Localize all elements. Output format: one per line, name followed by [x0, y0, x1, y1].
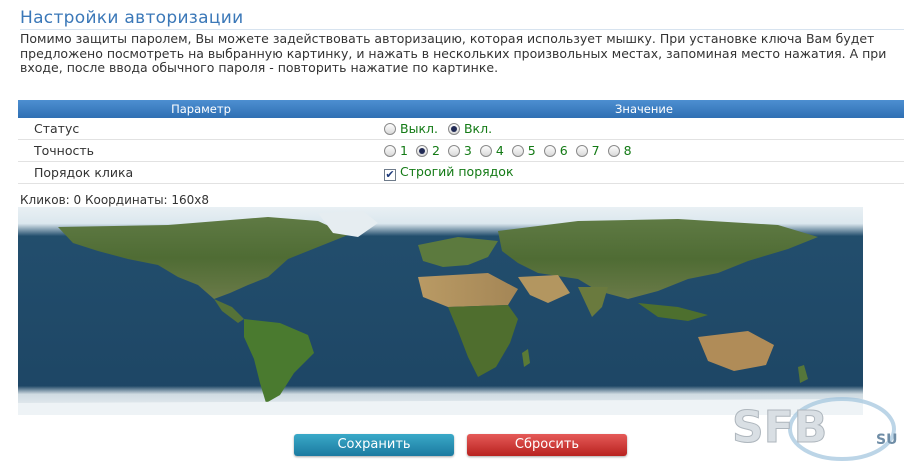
radio-accuracy-2[interactable] [415, 145, 428, 157]
status-option-on[interactable]: Вкл. [447, 121, 493, 136]
clicks-coordinates-readout: Кликов: 0 Координаты: 160x8 [20, 193, 210, 207]
strict-order-checkbox[interactable]: ✔ [384, 169, 396, 181]
page-description: Помимо защиты паролем, Вы можете задейст… [20, 31, 887, 76]
accuracy-label-1: 1 [400, 143, 408, 158]
radio-accuracy-7[interactable] [575, 145, 588, 157]
accuracy-option-5[interactable]: 5 [511, 143, 536, 158]
accuracy-label-5: 5 [527, 143, 536, 158]
status-label: Статус [18, 118, 384, 140]
north-america [58, 217, 348, 299]
india [578, 287, 608, 317]
accuracy-option-3[interactable]: 3 [447, 143, 472, 158]
south-america [244, 319, 314, 403]
status-off-label: Выкл. [400, 121, 438, 136]
radio-accuracy-1[interactable] [384, 145, 396, 157]
order-options: ✔ Строгий порядок [384, 161, 904, 184]
accuracy-option-7[interactable]: 7 [575, 143, 600, 158]
africa [448, 305, 518, 377]
accuracy-option-6[interactable]: 6 [543, 143, 568, 158]
accuracy-label-2: 2 [431, 143, 440, 158]
logo-text: SFB [732, 402, 827, 453]
radio-accuracy-5[interactable] [511, 145, 524, 157]
accuracy-label-7: 7 [591, 143, 600, 158]
status-options: Выкл. Вкл. [384, 118, 904, 140]
save-button[interactable]: Сохранить [294, 434, 454, 456]
strict-order-label: Строгий порядок [400, 164, 514, 179]
africa-desert [418, 273, 518, 307]
radio-accuracy-3[interactable] [447, 145, 460, 157]
accuracy-row: Точность 1 2 3 4 5 6 7 8 [18, 139, 904, 162]
world-map-click-area[interactable] [18, 207, 863, 415]
accuracy-label-8: 8 [623, 143, 632, 158]
column-header-value: Значение [384, 100, 904, 118]
settings-header-row: Параметр Значение [18, 100, 904, 118]
order-row: Порядок клика ✔ Строгий порядок [18, 161, 904, 184]
central-america [214, 299, 244, 323]
accuracy-label-3: 3 [463, 143, 472, 158]
site-watermark-logo: SFB SU [732, 397, 897, 461]
title-divider [20, 29, 904, 30]
accuracy-option-8[interactable]: 8 [607, 143, 632, 158]
status-row: Статус Выкл. Вкл. [18, 118, 904, 140]
logo-suffix: SU [876, 432, 897, 448]
strict-order-option[interactable]: ✔ Строгий порядок [384, 164, 514, 181]
australia [698, 331, 774, 371]
europe [418, 237, 498, 267]
page-title: Настройки авторизации [20, 8, 244, 28]
southeast-asia [638, 303, 708, 321]
world-map-image [18, 211, 863, 415]
accuracy-option-2[interactable]: 2 [415, 143, 440, 158]
order-label: Порядок клика [18, 161, 384, 184]
accuracy-label: Точность [18, 139, 384, 162]
radio-accuracy-6[interactable] [543, 145, 556, 157]
madagascar [522, 349, 530, 367]
radio-accuracy-8[interactable] [607, 145, 620, 157]
accuracy-label-6: 6 [559, 143, 568, 158]
status-option-off[interactable]: Выкл. [384, 121, 438, 136]
accuracy-options: 1 2 3 4 5 6 7 8 [384, 139, 904, 162]
accuracy-option-4[interactable]: 4 [479, 143, 504, 158]
arabia [518, 275, 570, 303]
new-zealand [798, 365, 808, 383]
status-on-label: Вкл. [463, 121, 493, 136]
accuracy-option-1[interactable]: 1 [384, 143, 408, 158]
radio-on[interactable] [447, 123, 460, 135]
radio-off[interactable] [384, 123, 396, 135]
settings-table: Параметр Значение Статус Выкл. Вкл. Точн… [18, 100, 904, 184]
accuracy-label-4: 4 [495, 143, 504, 158]
reset-button[interactable]: Сбросить [467, 434, 627, 456]
column-header-param: Параметр [18, 100, 384, 118]
radio-accuracy-4[interactable] [479, 145, 492, 157]
